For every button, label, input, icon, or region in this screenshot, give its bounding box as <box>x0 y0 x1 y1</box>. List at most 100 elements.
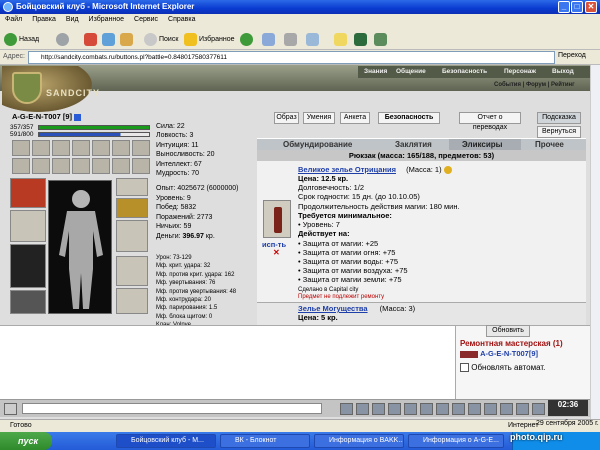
maximize-button[interactable]: □ <box>571 1 583 13</box>
edit-button[interactable] <box>306 31 319 47</box>
chat-icon[interactable] <box>4 403 17 415</box>
equip-slot[interactable] <box>32 140 50 156</box>
amulet-slot[interactable] <box>116 178 148 196</box>
menu-favorites[interactable]: Избранное <box>84 14 129 25</box>
messenger-button[interactable] <box>334 31 347 47</box>
item1-duration: Продолжительность действия магии: 180 ми… <box>298 202 460 211</box>
go-button[interactable]: Переход <box>558 52 586 59</box>
chat-input[interactable] <box>22 403 322 414</box>
backpack-summary: Рюкзак (масса: 165/188, предметов: 53) <box>257 150 586 161</box>
address-input[interactable]: http://sandcity.combats.ru/buttons.pl?ba… <box>28 51 555 64</box>
stop-button[interactable] <box>84 31 97 47</box>
chat-tool-icon[interactable] <box>468 403 481 415</box>
page-scrollbar[interactable] <box>590 65 600 419</box>
equip-slot[interactable] <box>72 140 90 156</box>
chat-tool-icon[interactable] <box>356 403 369 415</box>
equip-slot[interactable] <box>52 158 70 174</box>
character-doll[interactable] <box>48 180 112 314</box>
hint-button[interactable]: Подсказка <box>537 112 581 124</box>
refresh-list-button[interactable]: Обновить <box>486 325 530 337</box>
chat-tool-icon[interactable] <box>340 403 353 415</box>
start-button[interactable]: пуск <box>0 432 52 450</box>
tab-other[interactable]: Прочее <box>535 140 564 149</box>
home-button[interactable] <box>120 31 133 47</box>
search-button[interactable]: Поиск <box>144 31 178 47</box>
chat-tool-icon[interactable] <box>388 403 401 415</box>
character-name[interactable]: A-G-E-N-T007 <box>12 112 61 121</box>
chat-tool-icon[interactable] <box>436 403 449 415</box>
profile-button[interactable]: Анкета <box>340 112 370 124</box>
menu-view[interactable]: Вид <box>61 14 84 25</box>
chat-tool-icon[interactable] <box>452 403 465 415</box>
chat-tool-icon[interactable] <box>516 403 529 415</box>
equip-slot[interactable] <box>32 158 50 174</box>
research-icon <box>354 32 367 46</box>
return-button[interactable]: Вернуться <box>537 126 581 138</box>
task-item[interactable]: ВК - Блокнот <box>220 434 310 448</box>
forward-button[interactable] <box>56 31 69 47</box>
refresh-button[interactable] <box>102 31 115 47</box>
nav-exit[interactable]: Выход <box>552 68 574 75</box>
nav-communication[interactable]: Общение <box>396 68 426 75</box>
game-subnav[interactable]: События | Форум | Рейтинг <box>494 82 590 91</box>
tool-button[interactable] <box>374 31 387 47</box>
skills-button[interactable]: Умения <box>303 112 335 124</box>
chat-tool-icon[interactable] <box>500 403 513 415</box>
helmet-slot[interactable] <box>10 178 46 208</box>
task-item[interactable]: Бойцовский клуб - М... <box>116 434 216 448</box>
delete-icon[interactable]: ✕ <box>273 248 280 257</box>
tab-spells[interactable]: Заклятия <box>395 140 432 149</box>
favorites-button[interactable]: Избранное <box>184 31 234 47</box>
media-button[interactable] <box>240 31 253 47</box>
chat-tool-icon[interactable] <box>404 403 417 415</box>
shield-slot[interactable] <box>116 256 148 286</box>
equip-slot[interactable] <box>92 158 110 174</box>
weapon-slot[interactable] <box>10 210 46 242</box>
belt-slot[interactable] <box>10 290 46 314</box>
minimize-button[interactable]: _ <box>558 1 570 13</box>
equip-slot[interactable] <box>72 158 90 174</box>
equip-slot[interactable] <box>52 140 70 156</box>
chat-tool-icon[interactable] <box>372 403 385 415</box>
menu-edit[interactable]: Правка <box>27 14 61 25</box>
back-button[interactable]: Назад <box>4 31 39 47</box>
online-user[interactable]: A-G-E-N-T007[9] <box>480 349 538 358</box>
gloves-slot[interactable] <box>116 220 148 252</box>
gold-icon <box>443 166 452 175</box>
item2-name[interactable]: Зелье Могущества <box>298 304 368 313</box>
boots-slot[interactable] <box>116 288 148 314</box>
ring-slot[interactable] <box>116 198 148 218</box>
chat-tool-icon[interactable] <box>532 403 545 415</box>
item1-name[interactable]: Великое зелье Отрицания <box>298 165 396 174</box>
equip-slot[interactable] <box>112 140 130 156</box>
image-button[interactable]: Образ <box>274 112 299 124</box>
print-button[interactable] <box>284 31 297 47</box>
nav-character[interactable]: Персонаж <box>504 68 536 75</box>
chat-tool-icon[interactable] <box>420 403 433 415</box>
tab-elixirs[interactable]: Эликсиры <box>449 139 521 150</box>
close-button[interactable]: ✕ <box>585 1 597 13</box>
research-button[interactable] <box>354 31 367 47</box>
equip-slot[interactable] <box>132 140 150 156</box>
equip-slot[interactable] <box>92 140 110 156</box>
transfer-report-button[interactable]: Отчет о переводах <box>459 112 521 131</box>
auto-refresh-checkbox[interactable] <box>460 363 469 373</box>
chat-tool-icon[interactable] <box>484 403 497 415</box>
nav-security[interactable]: Безопасность <box>442 68 487 75</box>
equip-slot[interactable] <box>112 158 130 174</box>
equip-slot[interactable] <box>132 158 150 174</box>
menu-file[interactable]: Файл <box>0 14 27 25</box>
equip-slot[interactable] <box>12 158 30 174</box>
task-item[interactable]: Информация о BAKK... <box>314 434 404 448</box>
task-item[interactable]: Информация о A-G-E... <box>408 434 504 448</box>
security-button[interactable]: Безопасность <box>378 112 440 124</box>
armor-slot[interactable] <box>10 244 46 288</box>
nav-knowledge[interactable]: Знания <box>364 68 387 75</box>
mail-button[interactable] <box>262 31 275 47</box>
info-icon[interactable] <box>74 113 82 121</box>
tab-equipment[interactable]: Обмундирование <box>283 140 352 149</box>
menu-help[interactable]: Справка <box>163 14 200 25</box>
chat-area[interactable] <box>0 325 455 399</box>
equip-slot[interactable] <box>12 140 30 156</box>
menu-tools[interactable]: Сервис <box>129 14 163 25</box>
